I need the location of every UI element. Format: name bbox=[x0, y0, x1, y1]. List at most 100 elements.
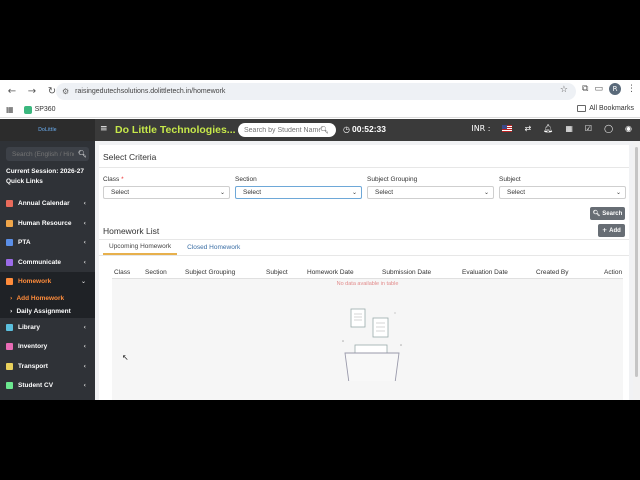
sidebar-menu: Annual Calendar ‹ Human Resource ‹ PTA ‹… bbox=[0, 194, 95, 396]
calendar-icon[interactable]: ▦ bbox=[565, 124, 573, 133]
column-header-created-by[interactable]: Created By bbox=[536, 269, 569, 276]
chevron-down-icon: ⌄ bbox=[80, 278, 86, 286]
empty-table-area: No data available in table bbox=[112, 279, 623, 400]
sidebar-search[interactable]: 🔍︎ bbox=[6, 147, 89, 161]
column-header-subject-grouping[interactable]: Subject Grouping bbox=[185, 269, 235, 276]
sidebar-search-input[interactable] bbox=[12, 150, 74, 158]
switch-arrows-icon[interactable]: ⇄ bbox=[524, 124, 531, 133]
extensions-icon[interactable]: ⧉ bbox=[582, 84, 588, 94]
clock-icon: ◷ bbox=[343, 124, 350, 134]
chevron-left-icon: ‹ bbox=[83, 239, 86, 247]
sidebar-subitem-daily-assignment[interactable]: › Daily Assignment bbox=[0, 304, 95, 318]
tab-closed-homework[interactable]: Closed Homework bbox=[181, 240, 246, 255]
chevron-down-icon: ⌄ bbox=[351, 189, 357, 196]
add-button-label: Add bbox=[609, 227, 621, 234]
back-icon[interactable]: ← bbox=[4, 83, 20, 99]
chat-icon[interactable]: ◯ bbox=[604, 124, 613, 133]
column-header-homework-date[interactable]: Homework Date bbox=[307, 269, 354, 276]
sidebar-subitem-add-homework[interactable]: › Add Homework bbox=[0, 291, 95, 305]
box-icon bbox=[6, 343, 13, 351]
menu-kebab-icon[interactable]: ⋮ bbox=[627, 84, 636, 94]
app-header: DoLittle ≡ Do Little Technologies... 🔍︎ … bbox=[0, 119, 640, 141]
sidebar-item-label: Human Resource bbox=[18, 219, 72, 227]
scrollbar-thumb[interactable] bbox=[635, 147, 638, 377]
section-select-value: Select bbox=[243, 189, 262, 196]
column-header-class[interactable]: Class bbox=[114, 269, 130, 276]
search-button-label: Search bbox=[602, 210, 623, 217]
divider bbox=[99, 255, 629, 256]
bell-icon[interactable]: 🔔︎ bbox=[543, 124, 553, 133]
select-criteria-title: Select Criteria bbox=[103, 152, 157, 162]
column-header-subject[interactable]: Subject bbox=[266, 269, 288, 276]
sp360-logo-icon bbox=[23, 105, 32, 114]
subject-select[interactable]: Select ⌄ bbox=[499, 186, 626, 199]
browser-toolbar: ← → ↻ ⚙ raisingedutechsolutions.dolittle… bbox=[0, 80, 640, 102]
brand-logo-text: DoLittle bbox=[38, 127, 57, 133]
sidebar-item-label: Annual Calendar bbox=[18, 200, 70, 208]
sidepanel-icon[interactable]: ▭ bbox=[594, 84, 603, 94]
profile-avatar[interactable]: R bbox=[609, 83, 621, 95]
tab-upcoming-homework[interactable]: Upcoming Homework bbox=[103, 240, 178, 255]
student-search[interactable]: 🔍︎ bbox=[238, 123, 336, 137]
search-button[interactable]: 🔍︎ Search bbox=[590, 207, 625, 220]
sidebar-item-label: Student CV bbox=[18, 382, 54, 390]
sidebar-item-label: PTA bbox=[18, 239, 31, 247]
student-search-input[interactable] bbox=[244, 126, 320, 134]
search-icon[interactable]: 🔍︎ bbox=[78, 150, 87, 158]
all-bookmarks[interactable]: All Bookmarks bbox=[577, 105, 634, 112]
sidebar-item-label: Inventory bbox=[18, 343, 48, 351]
bookmark-star-icon[interactable]: ☆ bbox=[560, 85, 568, 95]
app-screen: ← → ↻ ⚙ raisingedutechsolutions.dolittle… bbox=[0, 80, 640, 400]
us-flag-icon[interactable] bbox=[502, 125, 513, 132]
address-bar[interactable]: ⚙ raisingedutechsolutions.dolittletech.i… bbox=[56, 83, 576, 100]
chevron-left-icon: ‹ bbox=[83, 219, 86, 227]
sidebar: 🔍︎ Current Session: 2026-27 Quick Links … bbox=[0, 141, 95, 400]
currency-label[interactable]: INR : bbox=[471, 124, 490, 133]
sidebar-item-human-resource[interactable]: Human Resource ‹ bbox=[0, 214, 95, 234]
url-text: raisingedutechsolutions.dolittletech.in/… bbox=[75, 88, 226, 95]
forward-icon[interactable]: → bbox=[24, 83, 40, 99]
sidebar-item-communicate[interactable]: Communicate ‹ bbox=[0, 253, 95, 273]
table-header: Class Section Subject Grouping Subject H… bbox=[112, 267, 623, 279]
subject-grouping-select[interactable]: Select ⌄ bbox=[367, 186, 494, 199]
book-icon bbox=[6, 323, 13, 331]
current-session: Current Session: 2026-27 bbox=[6, 168, 85, 175]
required-marker: * bbox=[121, 176, 124, 183]
apps-grid-icon[interactable]: ▦ bbox=[6, 105, 14, 114]
chevron-left-icon: ‹ bbox=[83, 200, 86, 208]
sidebar-item-label: Transport bbox=[18, 362, 48, 370]
bookmark-sp360[interactable]: SP360 bbox=[23, 105, 56, 114]
column-header-section[interactable]: Section bbox=[145, 269, 167, 276]
document-icon bbox=[6, 382, 13, 390]
sidebar-subitem-label: Add Homework bbox=[16, 294, 65, 302]
subject-label: Subject bbox=[499, 176, 521, 183]
sidebar-item-homework[interactable]: Homework ⌄ bbox=[0, 272, 95, 292]
hamburger-menu-icon[interactable]: ≡ bbox=[100, 124, 108, 134]
section-select[interactable]: Select ⌄ bbox=[235, 186, 362, 199]
sidebar-item-annual-calendar[interactable]: Annual Calendar ‹ bbox=[0, 194, 95, 214]
class-select-value: Select bbox=[111, 189, 130, 196]
bookmark-label: SP360 bbox=[34, 106, 56, 113]
search-icon[interactable]: 🔍︎ bbox=[320, 126, 329, 134]
quick-links[interactable]: Quick Links bbox=[6, 178, 43, 185]
brand-logo[interactable]: DoLittle bbox=[0, 119, 95, 141]
column-header-evaluation-date[interactable]: Evaluation Date bbox=[462, 269, 508, 276]
school-name: Do Little Technologies... bbox=[115, 124, 236, 136]
sidebar-item-student-cv[interactable]: Student CV ‹ bbox=[0, 376, 95, 396]
sidebar-item-label: Communicate bbox=[18, 258, 61, 266]
homework-list-title: Homework List bbox=[103, 226, 160, 236]
sidebar-item-inventory[interactable]: Inventory ‹ bbox=[0, 337, 95, 357]
page-scrollbar[interactable] bbox=[633, 141, 640, 400]
chevron-down-icon: ⌄ bbox=[219, 189, 225, 196]
class-select[interactable]: Select ⌄ bbox=[103, 186, 230, 199]
homework-card: Select Criteria Class * Select ⌄ Section… bbox=[99, 145, 629, 400]
task-check-icon[interactable]: ☑ bbox=[585, 124, 592, 133]
add-homework-button[interactable]: + Add bbox=[598, 224, 625, 237]
site-info-icon[interactable]: ⚙ bbox=[62, 87, 69, 96]
user-icon[interactable]: ◉ bbox=[625, 124, 632, 133]
sidebar-item-transport[interactable]: Transport ‹ bbox=[0, 357, 95, 377]
sidebar-item-pta[interactable]: PTA ‹ bbox=[0, 233, 95, 253]
timer-value: 00:52:33 bbox=[351, 124, 387, 134]
column-header-submission-date[interactable]: Submission Date bbox=[382, 269, 431, 276]
sidebar-item-library[interactable]: Library ‹ bbox=[0, 318, 95, 338]
